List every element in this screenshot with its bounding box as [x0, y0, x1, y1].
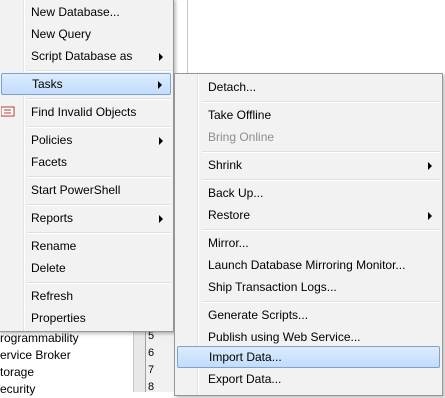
- menu-item-label: Refresh: [31, 289, 74, 303]
- menu-separator: [202, 151, 440, 153]
- line-number: 8: [148, 381, 155, 393]
- menu-separator: [202, 229, 440, 231]
- submenu-arrow-icon: [158, 81, 162, 89]
- tasks-submenu: Detach... Take Offline Bring Online Shri…: [174, 73, 443, 396]
- menu-item-generate-scripts[interactable]: Generate Scripts...: [177, 304, 440, 326]
- menu-item-label: Import Data...: [209, 350, 282, 364]
- menu-item-tasks[interactable]: Tasks: [1, 73, 171, 95]
- menu-item-publish-web-service[interactable]: Publish using Web Service...: [177, 326, 440, 348]
- menu-item-label: Export Data...: [208, 372, 282, 386]
- submenu-arrow-icon: [159, 137, 163, 145]
- menu-separator: [27, 232, 171, 234]
- menu-item-script-database-as[interactable]: Script Database as: [1, 45, 171, 67]
- menu-item-label: Tasks: [32, 77, 63, 91]
- menu-item-delete[interactable]: Delete: [1, 257, 171, 279]
- menu-item-label: Back Up...: [208, 186, 264, 200]
- menu-item-label: Take Offline: [208, 108, 272, 122]
- menu-item-restore[interactable]: Restore: [177, 204, 440, 226]
- menu-item-label: Detach...: [208, 80, 257, 94]
- menu-item-export-data[interactable]: Export Data...: [177, 368, 440, 390]
- tree-node-security[interactable]: ecurity: [0, 381, 35, 398]
- menu-item-label: Shrink: [208, 158, 243, 172]
- menu-item-start-powershell[interactable]: Start PowerShell: [1, 179, 171, 201]
- menu-separator: [27, 98, 171, 100]
- menu-item-label: Properties: [31, 311, 86, 325]
- editor-divider: [187, 0, 188, 75]
- line-number: 7: [148, 364, 155, 376]
- menu-item-shrink[interactable]: Shrink: [177, 154, 440, 176]
- menu-item-label: Generate Scripts...: [208, 308, 309, 322]
- menu-item-label: Publish using Web Service...: [208, 330, 361, 344]
- menu-item-label: Rename: [31, 239, 77, 253]
- submenu-arrow-icon: [428, 212, 432, 220]
- menu-item-bring-online: Bring Online: [177, 126, 440, 148]
- tree-node-programmability[interactable]: rogrammability: [0, 330, 79, 347]
- menu-separator: [202, 301, 440, 303]
- menu-item-rename[interactable]: Rename: [1, 235, 171, 257]
- database-context-menu: New Database... New Query Script Databas…: [0, 0, 174, 332]
- menu-item-detach[interactable]: Detach...: [177, 76, 440, 98]
- menu-item-label: Mirror...: [208, 236, 249, 250]
- menu-item-label: Bring Online: [208, 130, 275, 144]
- menu-separator: [27, 204, 171, 206]
- menu-item-label: Delete: [31, 261, 66, 275]
- menu-separator: [202, 101, 440, 103]
- menu-item-label: Restore: [208, 208, 251, 222]
- menu-item-label: Facets: [31, 155, 68, 169]
- submenu-arrow-icon: [428, 162, 432, 170]
- menu-item-facets[interactable]: Facets: [1, 151, 171, 173]
- menu-item-label: Launch Database Mirroring Monitor...: [208, 258, 406, 272]
- menu-item-reports[interactable]: Reports: [1, 207, 171, 229]
- submenu-arrow-icon: [159, 215, 163, 223]
- menu-item-mirror[interactable]: Mirror...: [177, 232, 440, 254]
- menu-item-launch-mirroring-monitor[interactable]: Launch Database Mirroring Monitor...: [177, 254, 440, 276]
- menu-item-label: Script Database as: [31, 49, 133, 63]
- find-invalid-objects-icon: [1, 106, 15, 117]
- menu-item-label: Reports: [31, 211, 74, 225]
- menu-item-import-data[interactable]: Import Data...: [177, 346, 440, 368]
- menu-item-take-offline[interactable]: Take Offline: [177, 104, 440, 126]
- menu-separator: [27, 282, 171, 284]
- menu-separator: [27, 126, 171, 128]
- menu-item-label: Ship Transaction Logs...: [208, 280, 337, 294]
- menu-item-label: New Query: [31, 27, 92, 41]
- submenu-arrow-icon: [159, 53, 163, 61]
- menu-item-properties[interactable]: Properties: [1, 307, 171, 329]
- line-number: 6: [148, 347, 155, 359]
- menu-separator: [27, 176, 171, 178]
- menu-item-new-query[interactable]: New Query: [1, 23, 171, 45]
- menu-item-find-invalid-objects[interactable]: Find Invalid Objects: [1, 101, 171, 123]
- tree-node-service-broker[interactable]: ervice Broker: [0, 347, 71, 364]
- menu-separator: [202, 179, 440, 181]
- menu-item-label: New Database...: [31, 5, 120, 19]
- tree-node-storage[interactable]: torage: [0, 364, 34, 381]
- menu-item-label: Find Invalid Objects: [31, 105, 137, 119]
- menu-item-new-database[interactable]: New Database...: [1, 1, 171, 23]
- menu-item-label: Policies: [31, 133, 73, 147]
- menu-separator: [27, 70, 171, 72]
- menu-item-policies[interactable]: Policies: [1, 129, 171, 151]
- editor-area: [173, 0, 445, 75]
- menu-item-label: Start PowerShell: [31, 183, 121, 197]
- menu-item-refresh[interactable]: Refresh: [1, 285, 171, 307]
- menu-item-back-up[interactable]: Back Up...: [177, 182, 440, 204]
- menu-item-ship-transaction-logs[interactable]: Ship Transaction Logs...: [177, 276, 440, 298]
